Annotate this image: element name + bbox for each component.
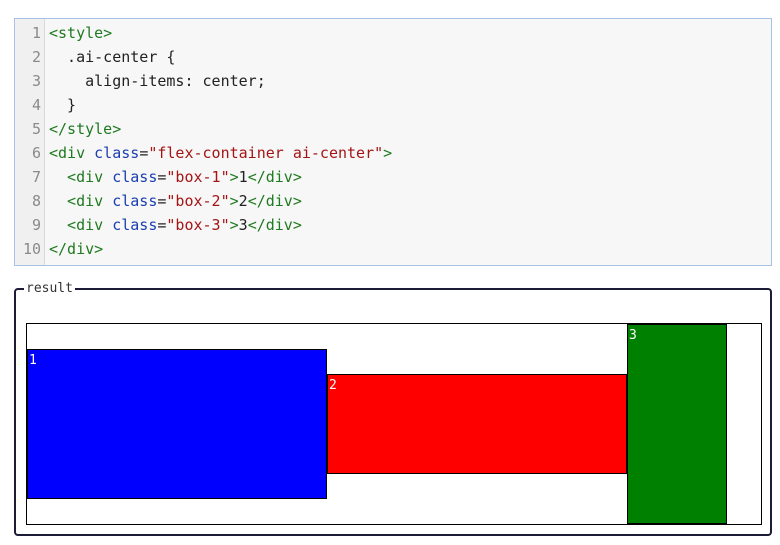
- line-content: <div class="box-3">3</div>: [49, 213, 302, 237]
- result-legend: result: [24, 281, 75, 297]
- code-token: "box-1": [166, 168, 230, 186]
- code-token: <div: [49, 216, 113, 234]
- line-content: </div>: [49, 237, 103, 261]
- code-token: </style>: [49, 120, 122, 138]
- line-content: <style>: [49, 21, 112, 45]
- code-token: </div>: [247, 168, 302, 186]
- code-token: >: [229, 168, 239, 186]
- code-token: }: [49, 96, 77, 114]
- code-token: 3: [238, 216, 248, 234]
- box-1: 1: [27, 349, 327, 499]
- code-line: 3 align-items: center;: [15, 69, 771, 93]
- line-number: 10: [22, 240, 41, 258]
- line-content: .ai-center {: [49, 45, 175, 69]
- code-line: 5 </style>: [15, 117, 771, 141]
- line-number: 6: [31, 144, 41, 162]
- code-token: <div: [49, 192, 113, 210]
- box-3: 3: [627, 324, 727, 524]
- code-token: "flex-container ai-center": [148, 144, 384, 162]
- code-token: class: [94, 144, 140, 162]
- code-line: 6 <div class="flex-container ai-center">: [15, 141, 771, 165]
- code-token: <div: [49, 144, 95, 162]
- code-token: <style>: [49, 24, 113, 42]
- code-token: align-items: center;: [49, 72, 266, 90]
- code-line: 1 <style>: [15, 21, 771, 45]
- line-number: 4: [31, 96, 41, 114]
- code-token: <div: [49, 168, 113, 186]
- code-token: </div>: [49, 240, 104, 258]
- line-number: 8: [31, 192, 41, 210]
- code-token: "box-2": [166, 192, 230, 210]
- code-token: </div>: [247, 192, 302, 210]
- box-2: 2: [327, 374, 627, 474]
- code-line: 8 <div class="box-2">2</div>: [15, 189, 771, 213]
- code-token: >: [229, 192, 239, 210]
- line-content: <div class="flex-container ai-center">: [49, 141, 392, 165]
- code-token: 2: [238, 192, 248, 210]
- line-number: 1: [31, 24, 41, 42]
- code-token: "box-3": [166, 216, 230, 234]
- line-number: 5: [31, 120, 41, 138]
- code-token: >: [383, 144, 393, 162]
- code-line: 9 <div class="box-3">3</div>: [15, 213, 771, 237]
- line-content: <div class="box-1">1</div>: [49, 165, 302, 189]
- line-number: 9: [31, 216, 41, 234]
- code-token: =: [139, 144, 149, 162]
- line-number: 2: [31, 48, 41, 66]
- line-content: align-items: center;: [49, 69, 266, 93]
- line-number: 7: [31, 168, 41, 186]
- code-token: 1: [238, 168, 248, 186]
- line-content: <div class="box-2">2</div>: [49, 189, 302, 213]
- line-content: </style>: [49, 117, 121, 141]
- line-content: }: [49, 93, 76, 117]
- code-token: </div>: [247, 216, 302, 234]
- flex-container-preview: 1 2 3: [26, 323, 762, 525]
- code-line: 7 <div class="box-1">1</div>: [15, 165, 771, 189]
- code-token: >: [229, 216, 239, 234]
- code-token: .ai-center {: [49, 48, 176, 66]
- line-number: 3: [31, 72, 41, 90]
- code-line: 4 }: [15, 93, 771, 117]
- code-editor[interactable]: 1 <style> 2 .ai-center {3 align-items: cen…: [14, 18, 772, 266]
- code-token: class: [112, 168, 158, 186]
- code-line: 10 </div>: [15, 237, 771, 261]
- code-token: class: [112, 192, 158, 210]
- code-token: class: [112, 216, 158, 234]
- code-line: 2 .ai-center {: [15, 45, 771, 69]
